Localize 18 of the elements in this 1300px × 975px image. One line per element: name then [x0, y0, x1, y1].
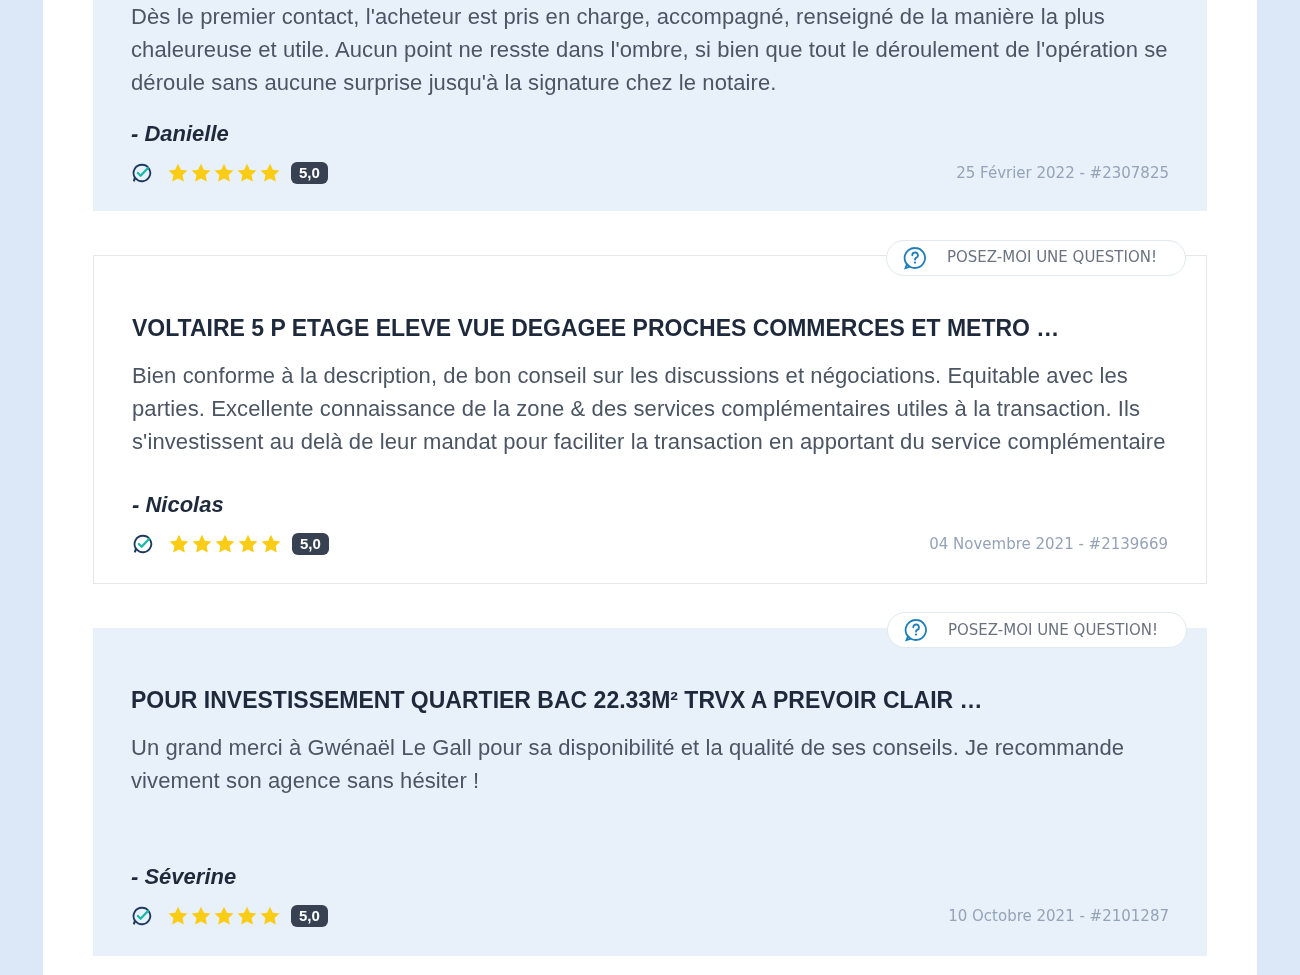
question-bubble-icon — [902, 245, 927, 270]
review-date: 04 Novembre 2021 - #2139669 — [929, 533, 1168, 555]
review-text: Dès le premier contact, l'acheteur est pris en charge, accompagné, renseigné de la manière la plus chaleureuse et utile. Aucun point ne resste dans l'ombre, si bien que tout le déroulement de l'opération se déroule sans aucune surprise jusqu'à la signature chez le notaire. — [131, 3, 1169, 97]
listing-title: POUR INVESTISSEMENT QUARTIER BAC 22.33M² TRVX A PREVOIR CLAIR … — [131, 686, 984, 715]
ask-question-button[interactable]: POSEZ-MOI UNE QUESTION! — [885, 239, 1186, 276]
review-date: 10 Octobre 2021 - #2101287 — [948, 906, 1169, 927]
reviewer-name: - Danielle — [131, 120, 229, 148]
review-text: Bien conforme à la description, de bon conseil sur les discussions et négociations. Equitable avec les parties. Excellente connaissance de la zone & des services complémentaires utiles à la transaction. Ils s'investissent au delà de leur mandat pour faciliter la transaction en apportant du service complémentaire — [132, 361, 1167, 456]
rating-badge: 5,0 — [291, 162, 328, 185]
rating-badge: 5,0 — [292, 532, 329, 555]
question-bubble-icon — [903, 618, 928, 642]
review-date: 25 Février 2022 - #2307825 — [956, 163, 1169, 184]
listing-title: VOLTAIRE 5 P ETAGE ELEVE VUE DEGAGEE PROCHES COMMERCES ET METRO … — [132, 313, 1061, 343]
review-text: Un grand merci à Gwénaël Le Gall pour sa disponibilité et la qualité de ses conseils. Je recommande vivement son agence sans hésiter ! — [131, 734, 1126, 795]
reviewer-name: - Nicolas — [132, 490, 224, 519]
ask-question-button[interactable]: POSEZ-MOI UNE QUESTION! — [886, 612, 1187, 648]
reviewer-name: - Séverine — [131, 863, 237, 891]
rating-badge: 5,0 — [291, 905, 328, 928]
